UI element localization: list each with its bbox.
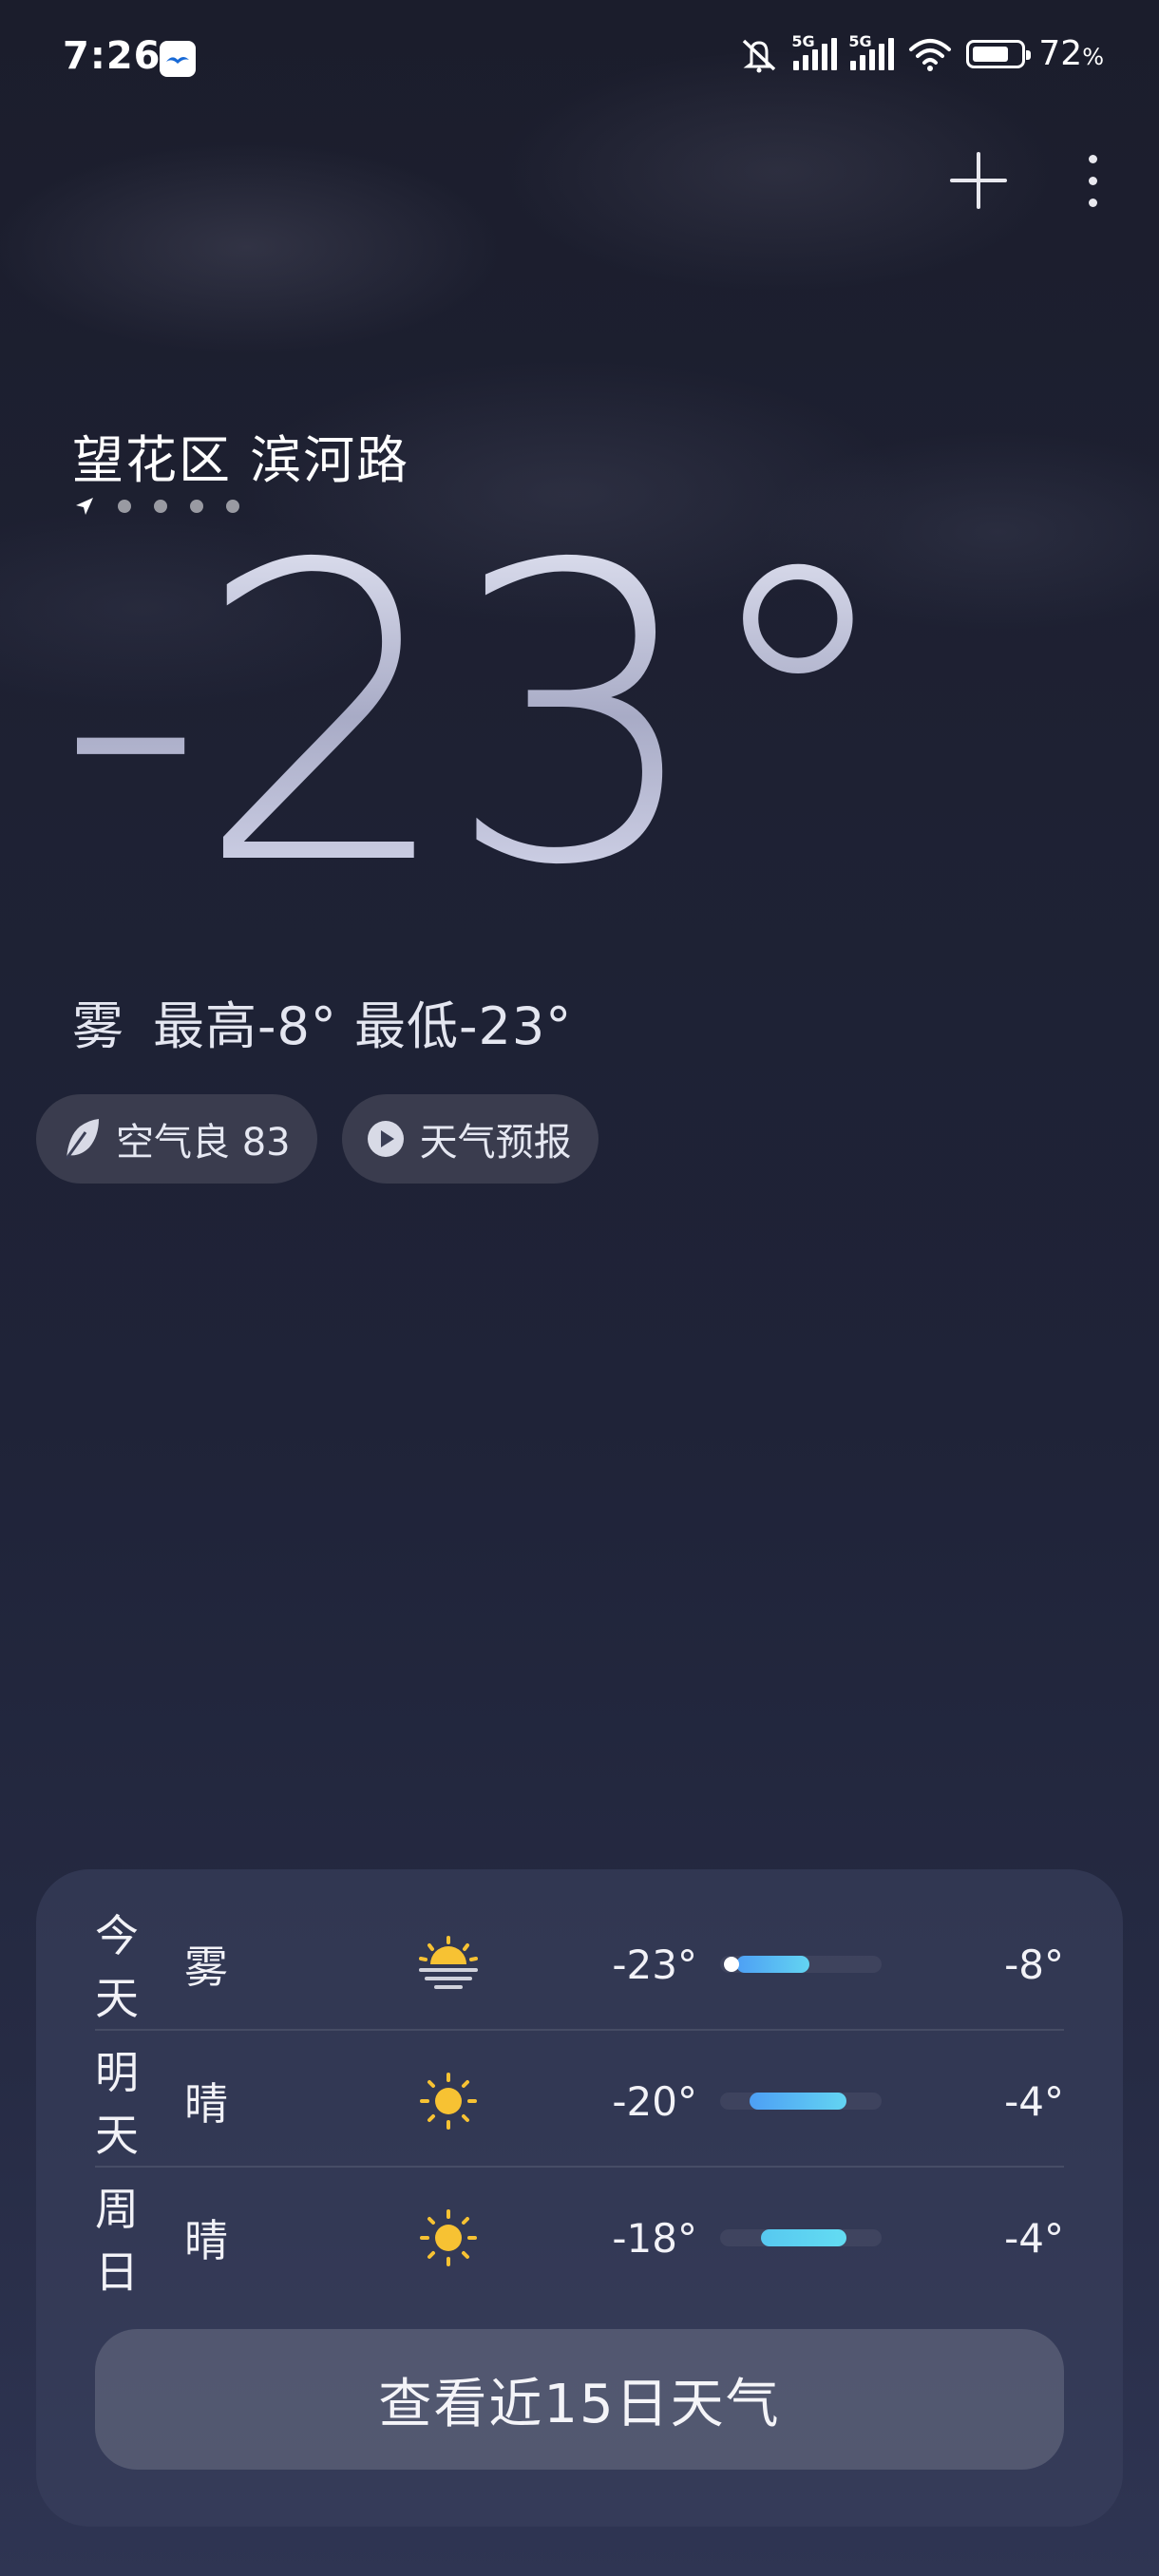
- weather-summary: 雾最高-8° 最低-23°: [72, 984, 572, 1059]
- play-icon: [367, 1121, 404, 1157]
- battery-percent: 72%: [1038, 34, 1104, 73]
- forecast-row-sunday[interactable]: 周日 晴 -18° -4°: [95, 2169, 1064, 2306]
- status-time: 7:26: [63, 34, 162, 78]
- forecast-high: -4°: [1004, 2077, 1064, 2125]
- air-quality-label: 空气良 83: [116, 1121, 291, 1165]
- temperature-range-bar: [720, 2229, 882, 2246]
- current-temperature: -23°: [57, 480, 900, 955]
- fog-sun-icon: [399, 1926, 498, 2002]
- battery-icon: [966, 39, 1032, 68]
- view-15-day-forecast-button[interactable]: 查看近15日天气: [95, 2329, 1064, 2470]
- status-bar: 7:26 5G 5G 72%: [0, 0, 1159, 114]
- temperature-range-bar: [720, 2093, 882, 2110]
- status-icons: 5G 5G 72%: [738, 32, 1104, 73]
- forecast-high: -4°: [1004, 2214, 1064, 2262]
- signal-icon-1: 5G: [791, 32, 838, 70]
- forecast-condition: 晴: [184, 2215, 228, 2266]
- forecast-low: -20°: [612, 2077, 697, 2125]
- forecast-day: 周日: [95, 2184, 141, 2298]
- three-day-forecast-card: 今天 雾 -23° -8° 明天 晴 -20° -4° 周日 晴 -18° -4…: [36, 1869, 1123, 2527]
- high-temperature: 最高-8°: [153, 996, 337, 1056]
- sun-icon: [399, 2063, 498, 2139]
- temperature-range-bar: [720, 1956, 882, 1973]
- forecast-row-tomorrow[interactable]: 明天 晴 -20° -4°: [95, 2033, 1064, 2169]
- forecast-condition: 雾: [184, 1941, 228, 1993]
- forecast-condition: 晴: [184, 2078, 228, 2130]
- wifi-icon: [909, 38, 952, 71]
- forecast-day: 明天: [95, 2047, 141, 2161]
- air-quality-chip[interactable]: 空气良 83: [36, 1094, 317, 1184]
- weather-forecast-label: 天气预报: [419, 1121, 572, 1165]
- add-city-button[interactable]: [940, 142, 1016, 218]
- current-condition: 雾: [72, 996, 124, 1056]
- signal-icon-2: 5G: [848, 32, 895, 70]
- forecast-day: 今天: [95, 1910, 141, 2024]
- forecast-low: -23°: [612, 1941, 697, 1988]
- forecast-row-today[interactable]: 今天 雾 -23° -8°: [95, 1896, 1064, 2033]
- weather-forecast-video-chip[interactable]: 天气预报: [341, 1094, 598, 1184]
- forecast-low: -18°: [612, 2214, 697, 2262]
- more-options-button[interactable]: [1074, 142, 1112, 218]
- sun-icon: [399, 2200, 498, 2276]
- current-temp-marker: [724, 1957, 739, 1972]
- low-temperature: 最低-23°: [354, 996, 573, 1056]
- forecast-high: -8°: [1004, 1941, 1064, 1988]
- app-notification-icon: [160, 41, 196, 77]
- leaf-icon: [65, 1119, 99, 1160]
- mute-icon: [743, 39, 776, 72]
